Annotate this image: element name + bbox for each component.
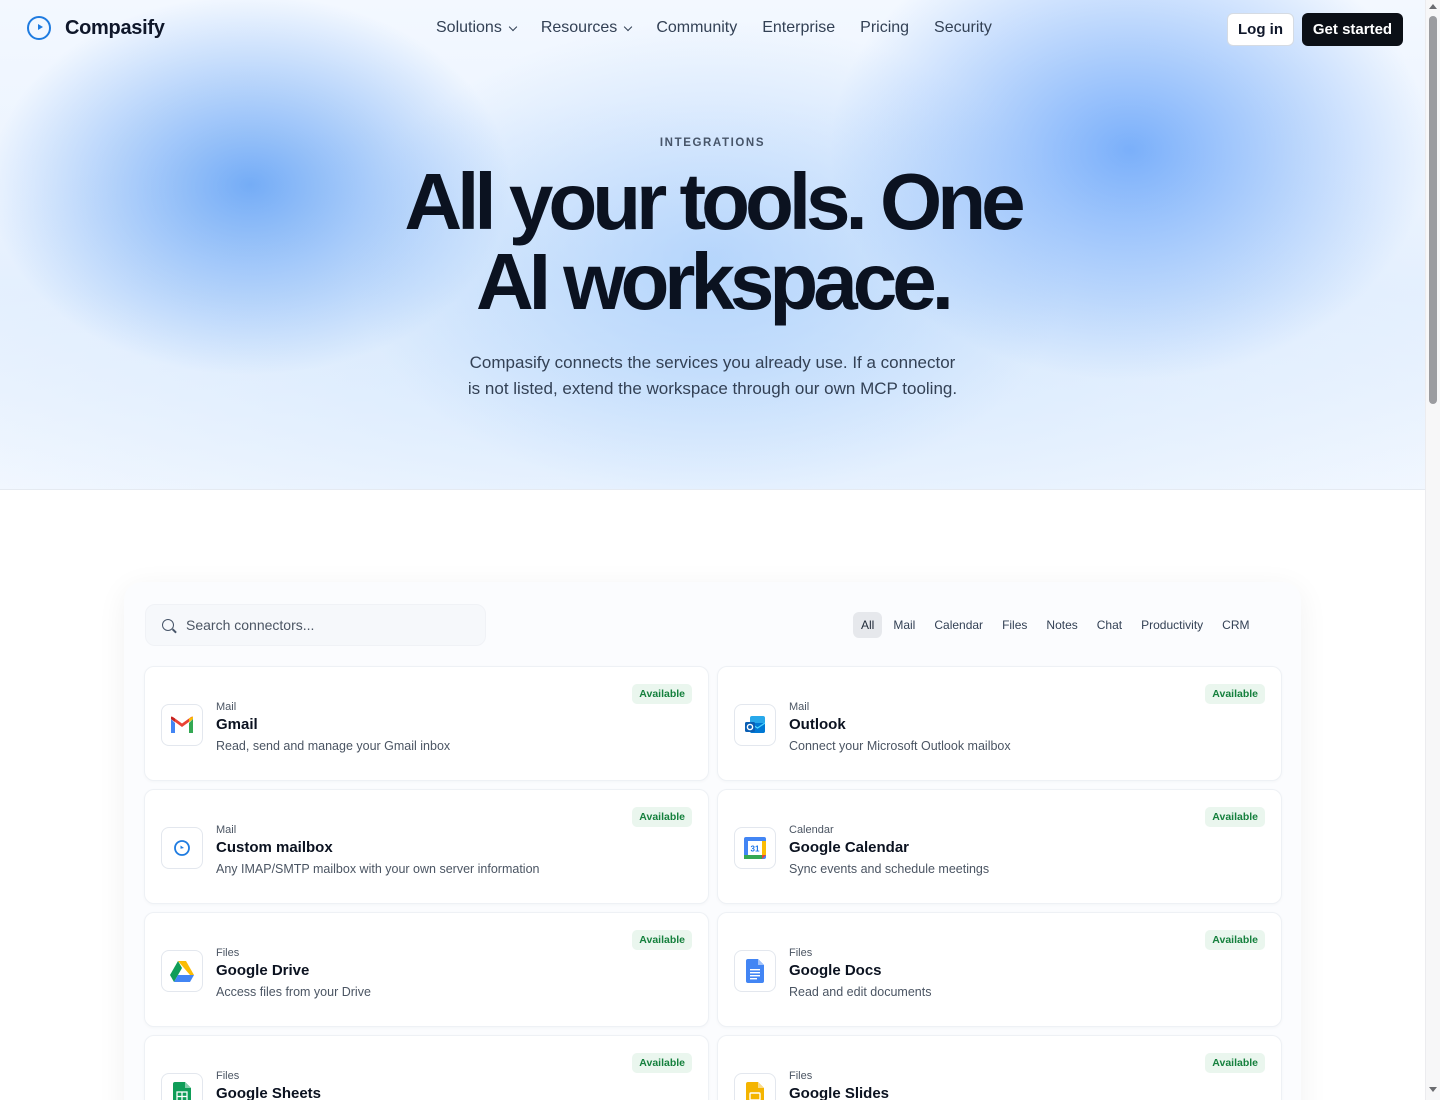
page-scrollbar[interactable] <box>1425 0 1440 1100</box>
nav-item-label: Security <box>934 19 992 36</box>
compass-icon <box>161 827 203 869</box>
nav-item-security[interactable]: Security <box>934 19 992 37</box>
nav-item-solutions[interactable]: Solutions <box>436 19 518 37</box>
search-icon <box>162 619 174 631</box>
filter-chip-files[interactable]: Files <box>994 612 1035 638</box>
brand-logo[interactable]: Compasify <box>27 16 165 40</box>
nav-item-label: Solutions <box>436 19 502 36</box>
nav-item-pricing[interactable]: Pricing <box>860 19 909 37</box>
page-title: All your tools. One AI workspace. <box>0 162 1425 322</box>
chevron-down-icon <box>624 22 633 31</box>
search-box[interactable] <box>145 604 486 646</box>
brand-name: Compasify <box>65 16 165 39</box>
google-sheets-icon <box>161 1073 203 1100</box>
status-badge: Available <box>632 684 692 704</box>
nav-item-label: Community <box>656 19 738 36</box>
search-input[interactable] <box>186 605 476 645</box>
connector-card-gmail[interactable]: Mail Gmail Read, send and manage your Gm… <box>144 666 709 781</box>
connector-card-google-slides[interactable]: Files Google Slides Available <box>717 1035 1282 1100</box>
connector-description: Connect your Microsoft Outlook mailbox <box>789 739 1011 753</box>
connector-name: Outlook <box>789 716 846 733</box>
connector-card-google-drive[interactable]: Files Google Drive Access files from you… <box>144 912 709 1027</box>
hero-subtitle: Compasify connects the services you alre… <box>460 350 965 402</box>
status-badge: Available <box>1205 930 1265 950</box>
connector-name: Gmail <box>216 716 258 733</box>
connector-category: Calendar <box>789 824 834 836</box>
nav-item-label: Resources <box>540 19 618 36</box>
status-badge: Available <box>1205 1053 1265 1073</box>
connector-card-outlook[interactable]: Mail Outlook Connect your Microsoft Outl… <box>717 666 1282 781</box>
top-navigation: Compasify Solutions Resources Community … <box>0 0 1425 58</box>
status-badge: Available <box>632 1053 692 1073</box>
get-started-button[interactable]: Get started <box>1302 13 1403 46</box>
filter-chip-crm[interactable]: CRM <box>1214 612 1257 638</box>
filter-chip-chat[interactable]: Chat <box>1089 612 1130 638</box>
chevron-down-icon <box>508 22 518 31</box>
google-docs-icon <box>734 950 776 992</box>
connector-category: Mail <box>216 824 237 836</box>
google-slides-icon <box>734 1073 776 1100</box>
subtitle-line-2: is not listed, extend the workspace thro… <box>467 379 958 398</box>
nav-item-enterprise[interactable]: Enterprise <box>762 19 835 37</box>
connector-description: Sync events and schedule meetings <box>789 862 990 876</box>
filter-chip-productivity[interactable]: Productivity <box>1133 612 1211 638</box>
google-drive-icon <box>161 950 203 992</box>
filter-chip-mail[interactable]: Mail <box>885 612 923 638</box>
status-badge: Available <box>1205 684 1265 704</box>
connector-category: Files <box>216 1070 240 1082</box>
connector-category: Files <box>789 1070 813 1082</box>
subtitle-line-1: Compasify connects the services you alre… <box>469 353 956 372</box>
nav-item-label: Pricing <box>860 19 910 36</box>
calendar-day-number: 31 <box>751 845 760 854</box>
filter-chip-calendar[interactable]: Calendar <box>926 612 991 638</box>
status-badge: Available <box>632 930 692 950</box>
nav-item-label: Enterprise <box>762 19 836 36</box>
connector-card-google-calendar[interactable]: 31 Calendar Google Calendar Sync events … <box>717 789 1282 904</box>
connector-category: Files <box>216 947 240 959</box>
connector-category: Mail <box>216 701 237 713</box>
nav-item-community[interactable]: Community <box>656 19 737 37</box>
connector-name: Google Sheets <box>216 1085 322 1100</box>
main-menu: Solutions Resources Community Enterprise… <box>436 19 1017 37</box>
filter-chip-notes[interactable]: Notes <box>1038 612 1085 638</box>
filter-chip-all[interactable]: All <box>853 612 883 638</box>
connector-card-google-docs[interactable]: Files Google Docs Read and edit document… <box>717 912 1282 1027</box>
gmail-icon <box>161 704 203 746</box>
status-badge: Available <box>1205 807 1265 827</box>
connector-name: Google Drive <box>216 962 310 979</box>
scrollbar-thumb[interactable] <box>1429 16 1437 404</box>
connector-name: Custom mailbox <box>216 839 333 856</box>
section-eyebrow: INTEGRATIONS <box>659 137 766 149</box>
outlook-icon <box>734 704 776 746</box>
headline-line-1: All your tools. One <box>404 157 1025 246</box>
connector-category: Mail <box>789 701 810 713</box>
nav-item-resources[interactable]: Resources <box>540 19 633 37</box>
connector-name: Google Calendar <box>789 839 910 856</box>
connector-description: Read, send and manage your Gmail inbox <box>216 739 451 753</box>
google-calendar-icon: 31 <box>734 827 776 869</box>
login-button[interactable]: Log in <box>1227 13 1294 46</box>
scroll-up-arrow-icon[interactable] <box>1429 4 1437 9</box>
headline-line-2: AI workspace. <box>475 237 954 326</box>
connector-name: Google Docs <box>789 962 882 979</box>
connector-name: Google Slides <box>789 1085 890 1100</box>
connector-category: Files <box>789 947 813 959</box>
connector-card-google-sheets[interactable]: Files Google Sheets Available <box>144 1035 709 1100</box>
compass-logo-icon <box>27 16 51 40</box>
connector-description: Access files from your Drive <box>216 985 371 999</box>
status-badge: Available <box>632 807 692 827</box>
connector-card-custom-mailbox[interactable]: Mail Custom mailbox Any IMAP/SMTP mailbo… <box>144 789 709 904</box>
connector-description: Read and edit documents <box>789 985 932 999</box>
category-filters: All Mail Calendar Files Notes Chat Produ… <box>853 612 1260 638</box>
scroll-down-arrow-icon[interactable] <box>1429 1087 1437 1092</box>
connector-description: Any IMAP/SMTP mailbox with your own serv… <box>216 862 540 876</box>
hero-section: Compasify Solutions Resources Community … <box>0 0 1425 490</box>
